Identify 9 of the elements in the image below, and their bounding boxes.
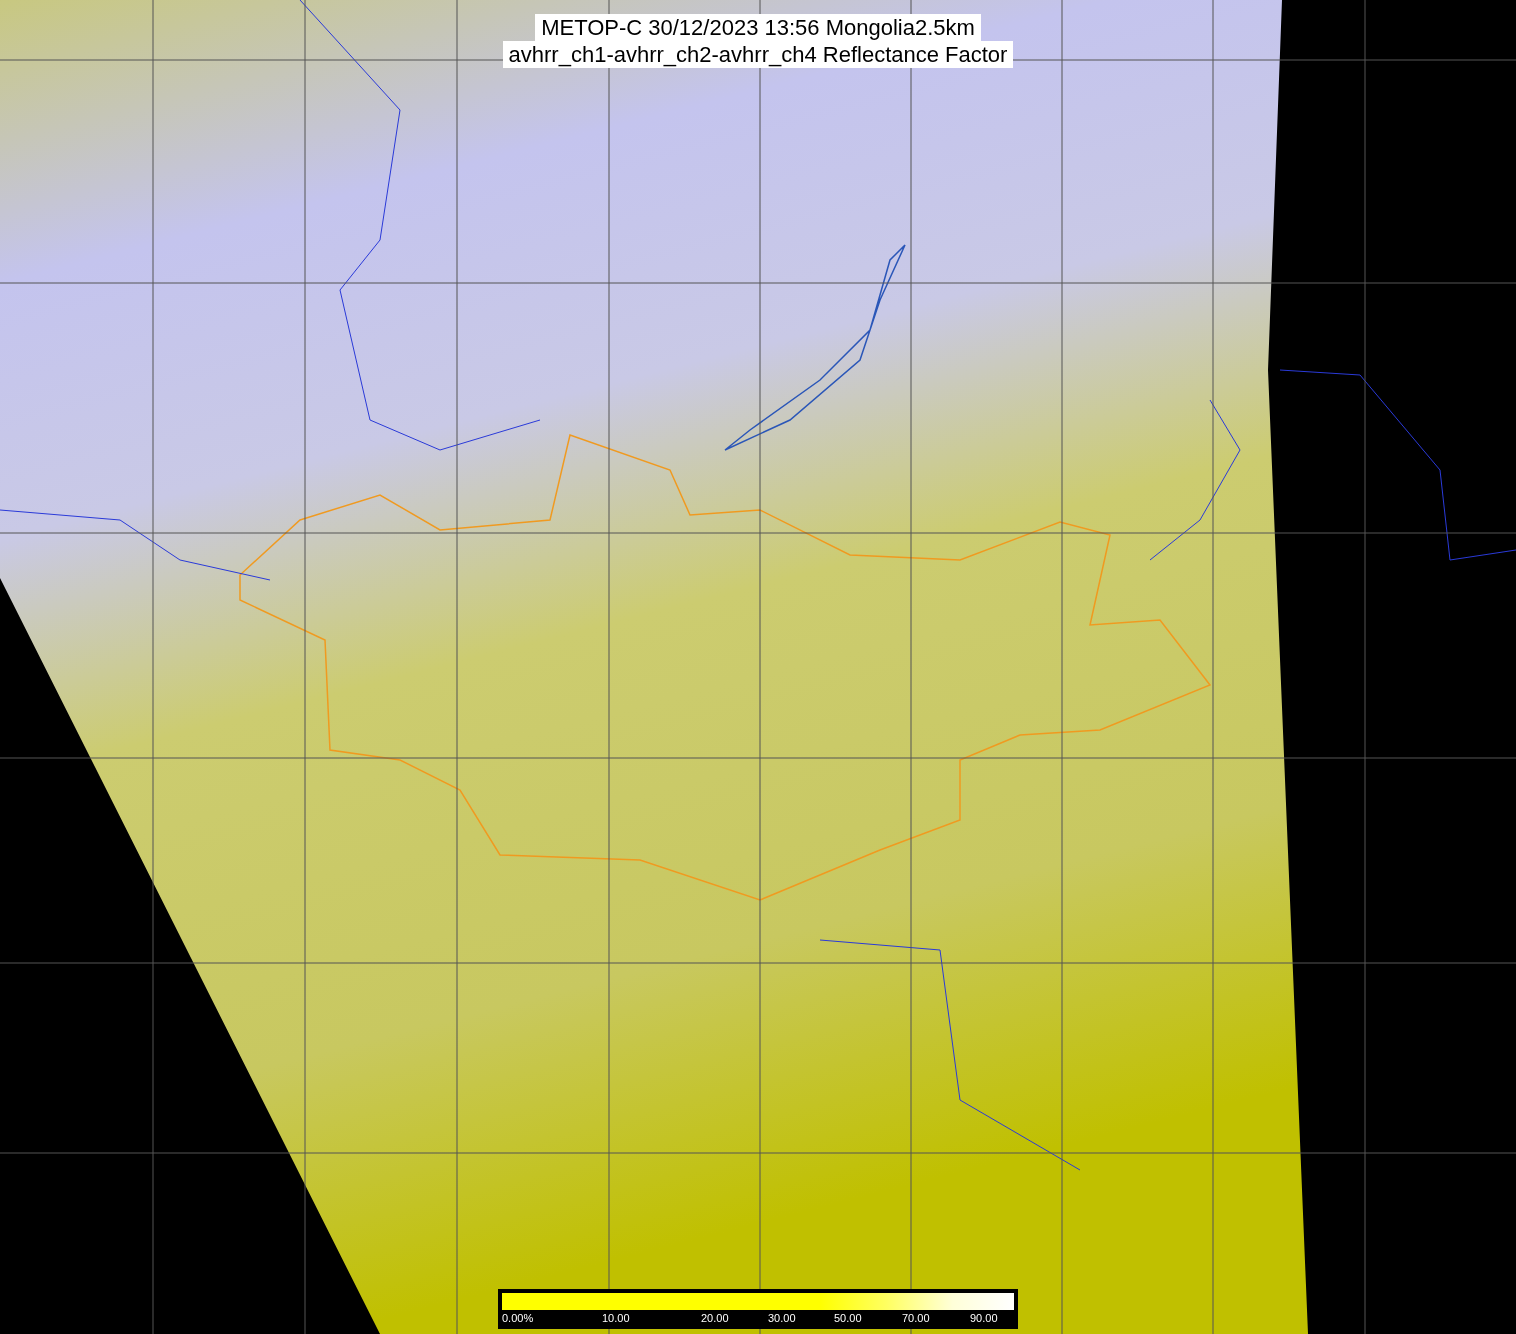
colorbar-label: 20.00 <box>701 1312 729 1324</box>
map-title: avhrr_ch1-avhrr_ch2-avhrr_ch4 Reflectance Factor <box>502 41 1014 68</box>
colorbar-label: 70.00 <box>902 1312 930 1324</box>
colorbar-label: 0.00% <box>502 1312 534 1324</box>
colorbar-label: 10.00 <box>602 1312 630 1324</box>
colorbar-label: 30.00 <box>768 1312 796 1324</box>
colorbar-label: 50.00 <box>834 1312 862 1324</box>
map-title: METOP-C 30/12/2023 13:56 Mongolia2.5km <box>535 14 981 41</box>
colorbar-label: 90.00 <box>970 1312 998 1324</box>
